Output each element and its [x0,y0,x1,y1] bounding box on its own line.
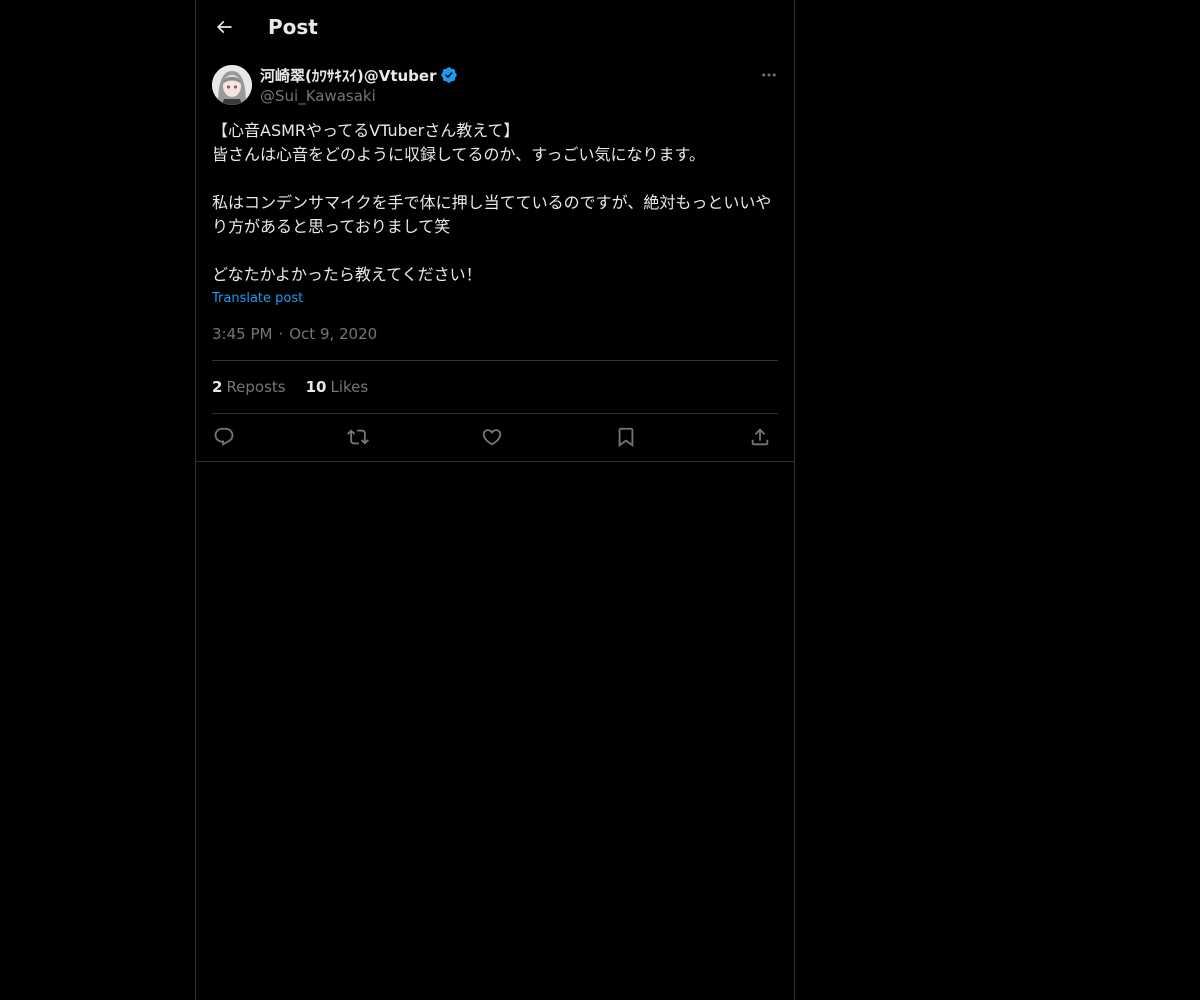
author-handle[interactable]: @Sui_Kawasaki [260,86,458,106]
likes-stat[interactable]: 10 Likes [306,377,369,397]
more-horizontal-icon [760,66,778,84]
bookmark-icon [615,426,637,448]
post-bottom-border [196,461,794,462]
post-text: 【心音ASMRやってるVTuberさん教えて】 皆さんは心音をどのように収録して… [212,121,772,284]
share-icon [749,426,771,448]
verified-badge-icon[interactable] [440,66,458,84]
post-column: Post 河崎翠(ｶﾜｻｷｽｲ)@Vtuber @Sui_Kawasaki 【心… [195,0,795,1000]
reply-button[interactable] [212,425,236,449]
likes-label: Likes [330,378,369,396]
share-button[interactable] [748,425,772,449]
author-display-name[interactable]: 河崎翠(ｶﾜｻｷｽｲ)@Vtuber [260,65,436,86]
top-bar: Post [196,0,794,54]
post-time[interactable]: 3:45 PM [212,324,272,344]
reposts-stat[interactable]: 2 Reposts [212,377,286,397]
like-button[interactable] [480,425,504,449]
page-title: Post [268,15,318,39]
repost-icon [347,426,369,448]
meta-separator: · [278,325,284,343]
action-bar [212,414,778,460]
avatar[interactable] [212,65,252,105]
like-icon [481,426,503,448]
more-options-button[interactable] [756,62,782,88]
bookmark-button[interactable] [614,425,638,449]
post-timestamp: 3:45 PM · Oct 9, 2020 [212,324,377,344]
reposts-label: Reposts [226,378,286,396]
back-button[interactable] [206,9,242,45]
arrow-left-icon [214,17,234,37]
translate-post-link[interactable]: Translate post [212,289,303,309]
reposts-count: 2 [212,378,223,396]
author-info: 河崎翠(ｶﾜｻｷｽｲ)@Vtuber @Sui_Kawasaki [260,64,458,106]
likes-count: 10 [305,378,327,396]
reply-icon [213,426,235,448]
engagement-stats: 2 Reposts 10 Likes [212,377,388,397]
repost-button[interactable] [346,425,370,449]
divider [212,360,778,361]
post-date[interactable]: Oct 9, 2020 [289,324,377,344]
